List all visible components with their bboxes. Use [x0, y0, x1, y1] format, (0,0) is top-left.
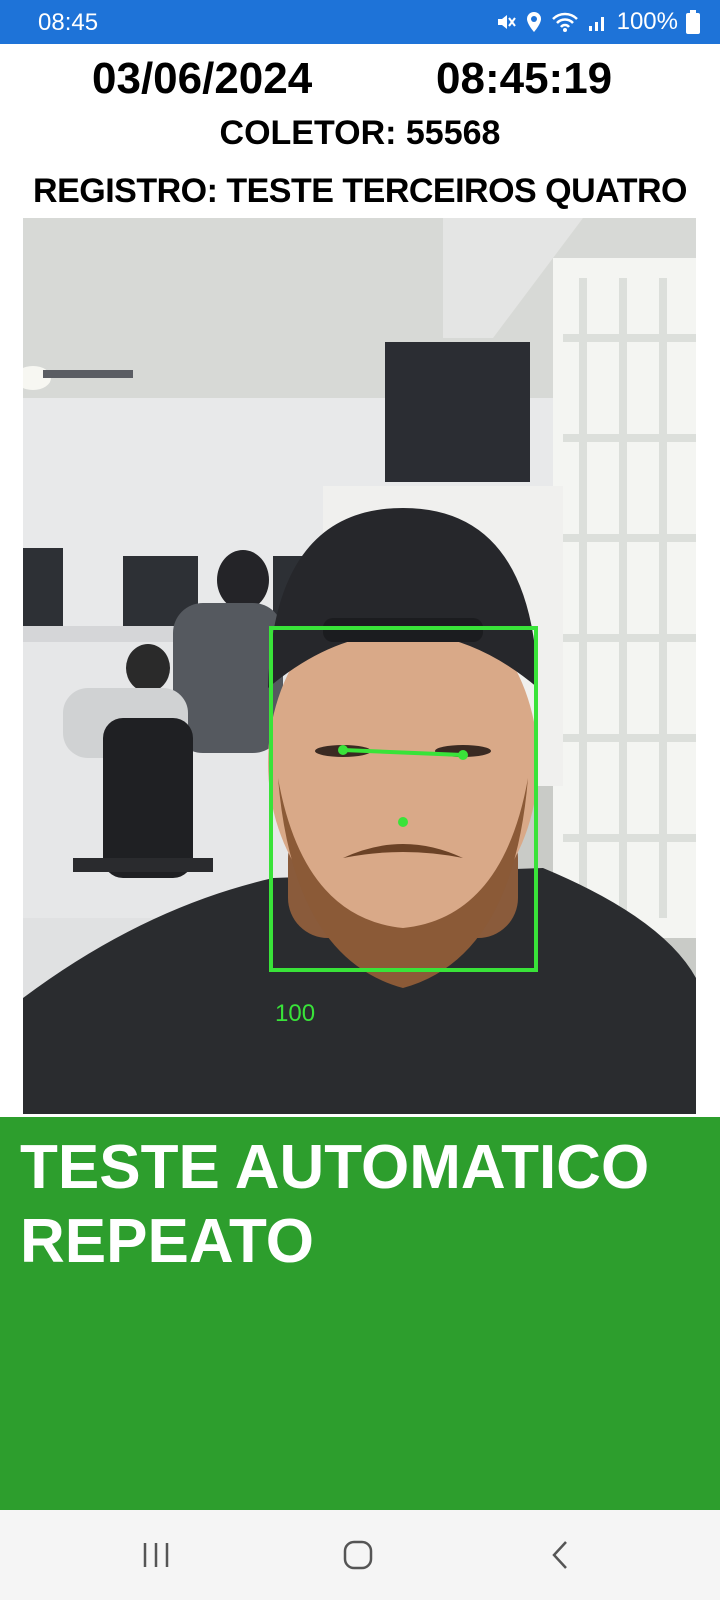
recent-apps-button[interactable] [126, 1532, 186, 1578]
current-date: 03/06/2024 [92, 54, 313, 103]
status-icons: 100% [495, 8, 700, 36]
result-line-2: REPEATO [20, 1207, 314, 1276]
navigation-bar [0, 1510, 720, 1600]
camera-scene [23, 218, 696, 1114]
signal-icon [587, 11, 609, 33]
current-time: 08:45:19 [436, 54, 613, 103]
mute-vibrate-icon [495, 11, 517, 33]
collector-id: COLETOR: 55568 [219, 114, 501, 152]
home-button[interactable] [328, 1532, 388, 1578]
camera-preview [23, 218, 696, 1114]
datetime-row: 03/06/2024 08:45:19 [0, 54, 720, 104]
recent-apps-icon [143, 1543, 169, 1567]
status-bar: 08:45 100% [0, 0, 720, 44]
registro-name: REGISTRO: TESTE TERCEIROS QUATRO [33, 172, 687, 210]
status-time: 08:45 [38, 9, 99, 36]
battery-percent: 100% [616, 8, 678, 35]
location-icon [525, 11, 543, 33]
result-line-1: TESTE AUTOMATICO [20, 1133, 650, 1202]
result-message: TESTE AUTOMATICO REPEATO [20, 1131, 700, 1279]
home-icon [343, 1540, 373, 1570]
face-score: 100 [275, 1000, 316, 1027]
back-icon [552, 1541, 567, 1569]
result-banner: TESTE AUTOMATICO REPEATO [0, 1117, 720, 1510]
wifi-icon [551, 11, 579, 33]
back-button[interactable] [530, 1532, 590, 1578]
battery-icon [686, 10, 700, 34]
